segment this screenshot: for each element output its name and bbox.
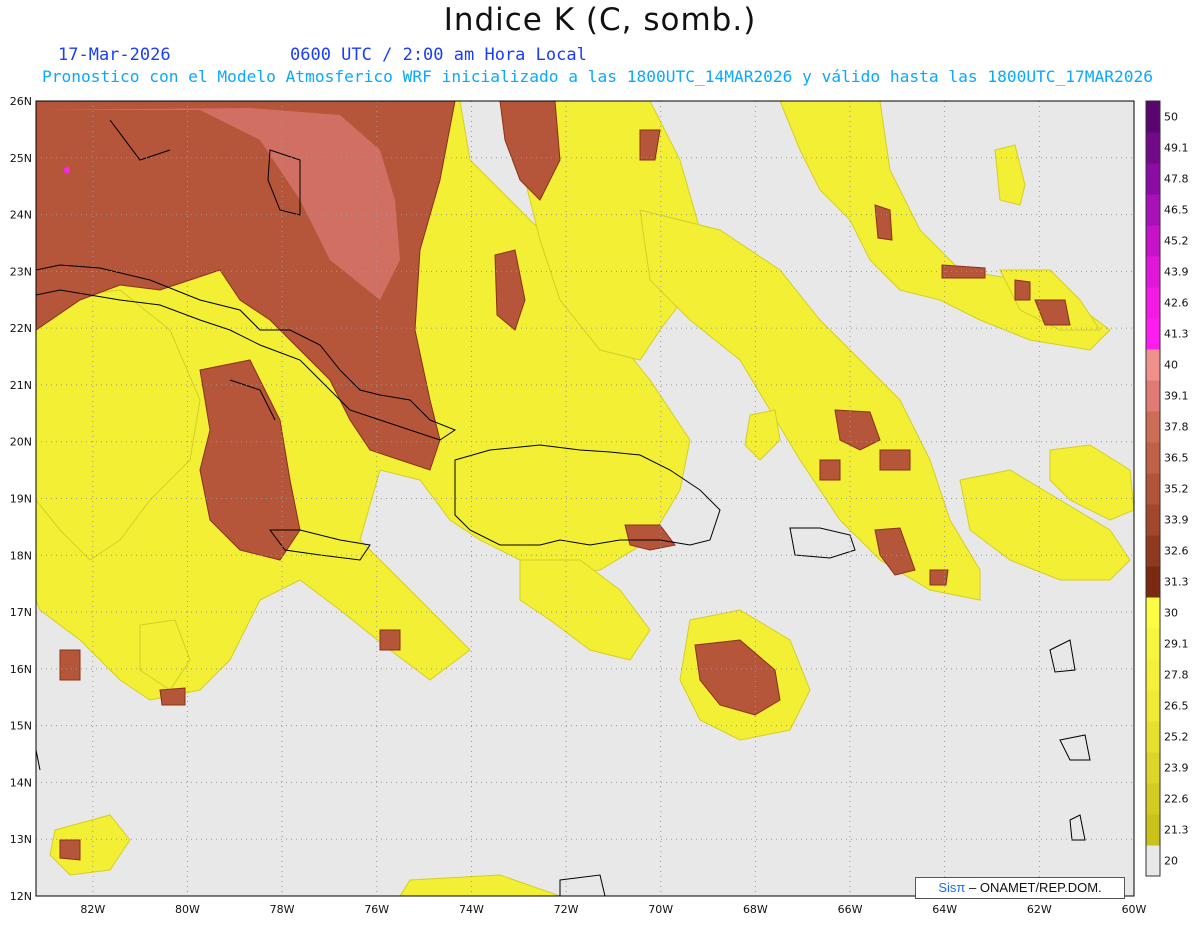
colorbar-label: 49.1 (1164, 142, 1189, 155)
colorbar-swatch (1146, 597, 1160, 629)
colorbar-swatch (1146, 504, 1160, 536)
lat-label: 14N (10, 776, 32, 789)
colorbar-swatch (1146, 783, 1160, 815)
colorbar-swatch (1146, 163, 1160, 195)
colorbar-swatch (1146, 318, 1160, 350)
colorbar-swatch (1146, 380, 1160, 412)
colorbar-swatch (1146, 411, 1160, 443)
colorbar-swatch (1146, 442, 1160, 474)
colorbar-label: 36.5 (1164, 452, 1189, 465)
colorbar-label: 39.1 (1164, 390, 1189, 403)
credit-box: Sisπ – ONAMET/REP.DOM. (915, 877, 1125, 899)
lat-label: 24N (10, 209, 32, 222)
lon-label: 78W (270, 903, 295, 916)
colorbar-swatch (1146, 225, 1160, 257)
colorbar-swatch (1146, 535, 1160, 567)
colorbar-swatch (1146, 845, 1160, 877)
lat-label: 23N (10, 265, 32, 278)
colorbar-swatch (1146, 473, 1160, 505)
colorbar-swatch (1146, 194, 1160, 226)
colorbar-label: 27.8 (1164, 669, 1189, 682)
colorbar-label: 41.3 (1164, 328, 1189, 341)
lon-label: 66W (838, 903, 863, 916)
latitude-labels: 26N 25N 24N 23N 22N 21N 20N 19N 18N 17N 16N 15N 14N 1… (10, 95, 32, 903)
k-index-map: 26N 25N 24N 23N 22N 21N 20N 19N 18N 17N 16N 15N 14N 1… (10, 95, 1189, 916)
longitude-labels: 82W 80W 78W 76W 74W 72W 70W 68W 66W 64W 62W 60W (80, 903, 1146, 916)
lon-label: 62W (1027, 903, 1052, 916)
colorbar-label: 35.2 (1164, 483, 1189, 496)
lon-label: 60W (1122, 903, 1147, 916)
lon-label: 74W (459, 903, 484, 916)
colorbar-swatch (1146, 814, 1160, 846)
colorbar-label: 40 (1164, 359, 1178, 372)
colorbar-label: 45.2 (1164, 235, 1189, 248)
colorbar-label: 25.2 (1164, 731, 1189, 744)
lat-label: 17N (10, 606, 32, 619)
lon-label: 68W (743, 903, 768, 916)
colorbar-swatch (1146, 287, 1160, 319)
lon-label: 64W (932, 903, 957, 916)
lon-label: 76W (364, 903, 389, 916)
lon-label: 70W (648, 903, 673, 916)
colorbar-label: 26.5 (1164, 700, 1189, 713)
colorbar-label: 42.6 (1164, 297, 1189, 310)
lat-label: 19N (10, 493, 32, 506)
colorbar-label: 29.1 (1164, 638, 1189, 651)
colorbar-label: 31.3 (1164, 576, 1189, 589)
plot-area (36, 101, 1134, 896)
colorbar-label: 32.6 (1164, 545, 1189, 558)
colorbar-swatch (1146, 628, 1160, 660)
credit-text: – ONAMET/REP.DOM. (968, 880, 1102, 895)
colorbar-label: 47.8 (1164, 173, 1189, 186)
colorbar-swatch (1146, 721, 1160, 753)
lat-label: 13N (10, 833, 32, 846)
lat-label: 12N (10, 890, 32, 903)
colorbar-label: 23.9 (1164, 762, 1189, 775)
max-value-marker (64, 167, 70, 173)
colorbar-label: 20 (1164, 855, 1178, 868)
colorbar: 20 21.3 22.6 23.9 25.2 26.5 27.8 29.1 30 31.3 32.6… (1145, 100, 1189, 877)
lon-label: 82W (80, 903, 105, 916)
lat-label: 21N (10, 379, 32, 392)
colorbar-label: 43.9 (1164, 266, 1189, 279)
lat-label: 18N (10, 549, 32, 562)
colorbar-label: 22.6 (1164, 793, 1189, 806)
colorbar-swatch (1146, 659, 1160, 691)
lat-label: 15N (10, 720, 32, 733)
lat-label: 20N (10, 436, 32, 449)
lat-label: 16N (10, 663, 32, 676)
colorbar-swatch (1146, 566, 1160, 598)
lat-label: 22N (10, 322, 32, 335)
colorbar-swatch (1146, 132, 1160, 164)
colorbar-swatch (1146, 256, 1160, 288)
colorbar-label: 30 (1164, 607, 1178, 620)
lon-label: 72W (554, 903, 579, 916)
lat-label: 25N (10, 152, 32, 165)
sispi-logo: Sisπ (938, 880, 966, 895)
colorbar-label: 33.9 (1164, 514, 1189, 527)
colorbar-label: 37.8 (1164, 421, 1189, 434)
colorbar-swatch (1146, 752, 1160, 784)
colorbar-label: 21.3 (1164, 824, 1189, 837)
lat-label: 26N (10, 95, 32, 108)
colorbar-swatch (1146, 690, 1160, 722)
colorbar-swatch (1146, 349, 1160, 381)
lon-label: 80W (175, 903, 200, 916)
colorbar-label: 46.5 (1164, 204, 1189, 217)
colorbar-swatch (1146, 101, 1160, 133)
colorbar-label: 50 (1164, 111, 1178, 124)
